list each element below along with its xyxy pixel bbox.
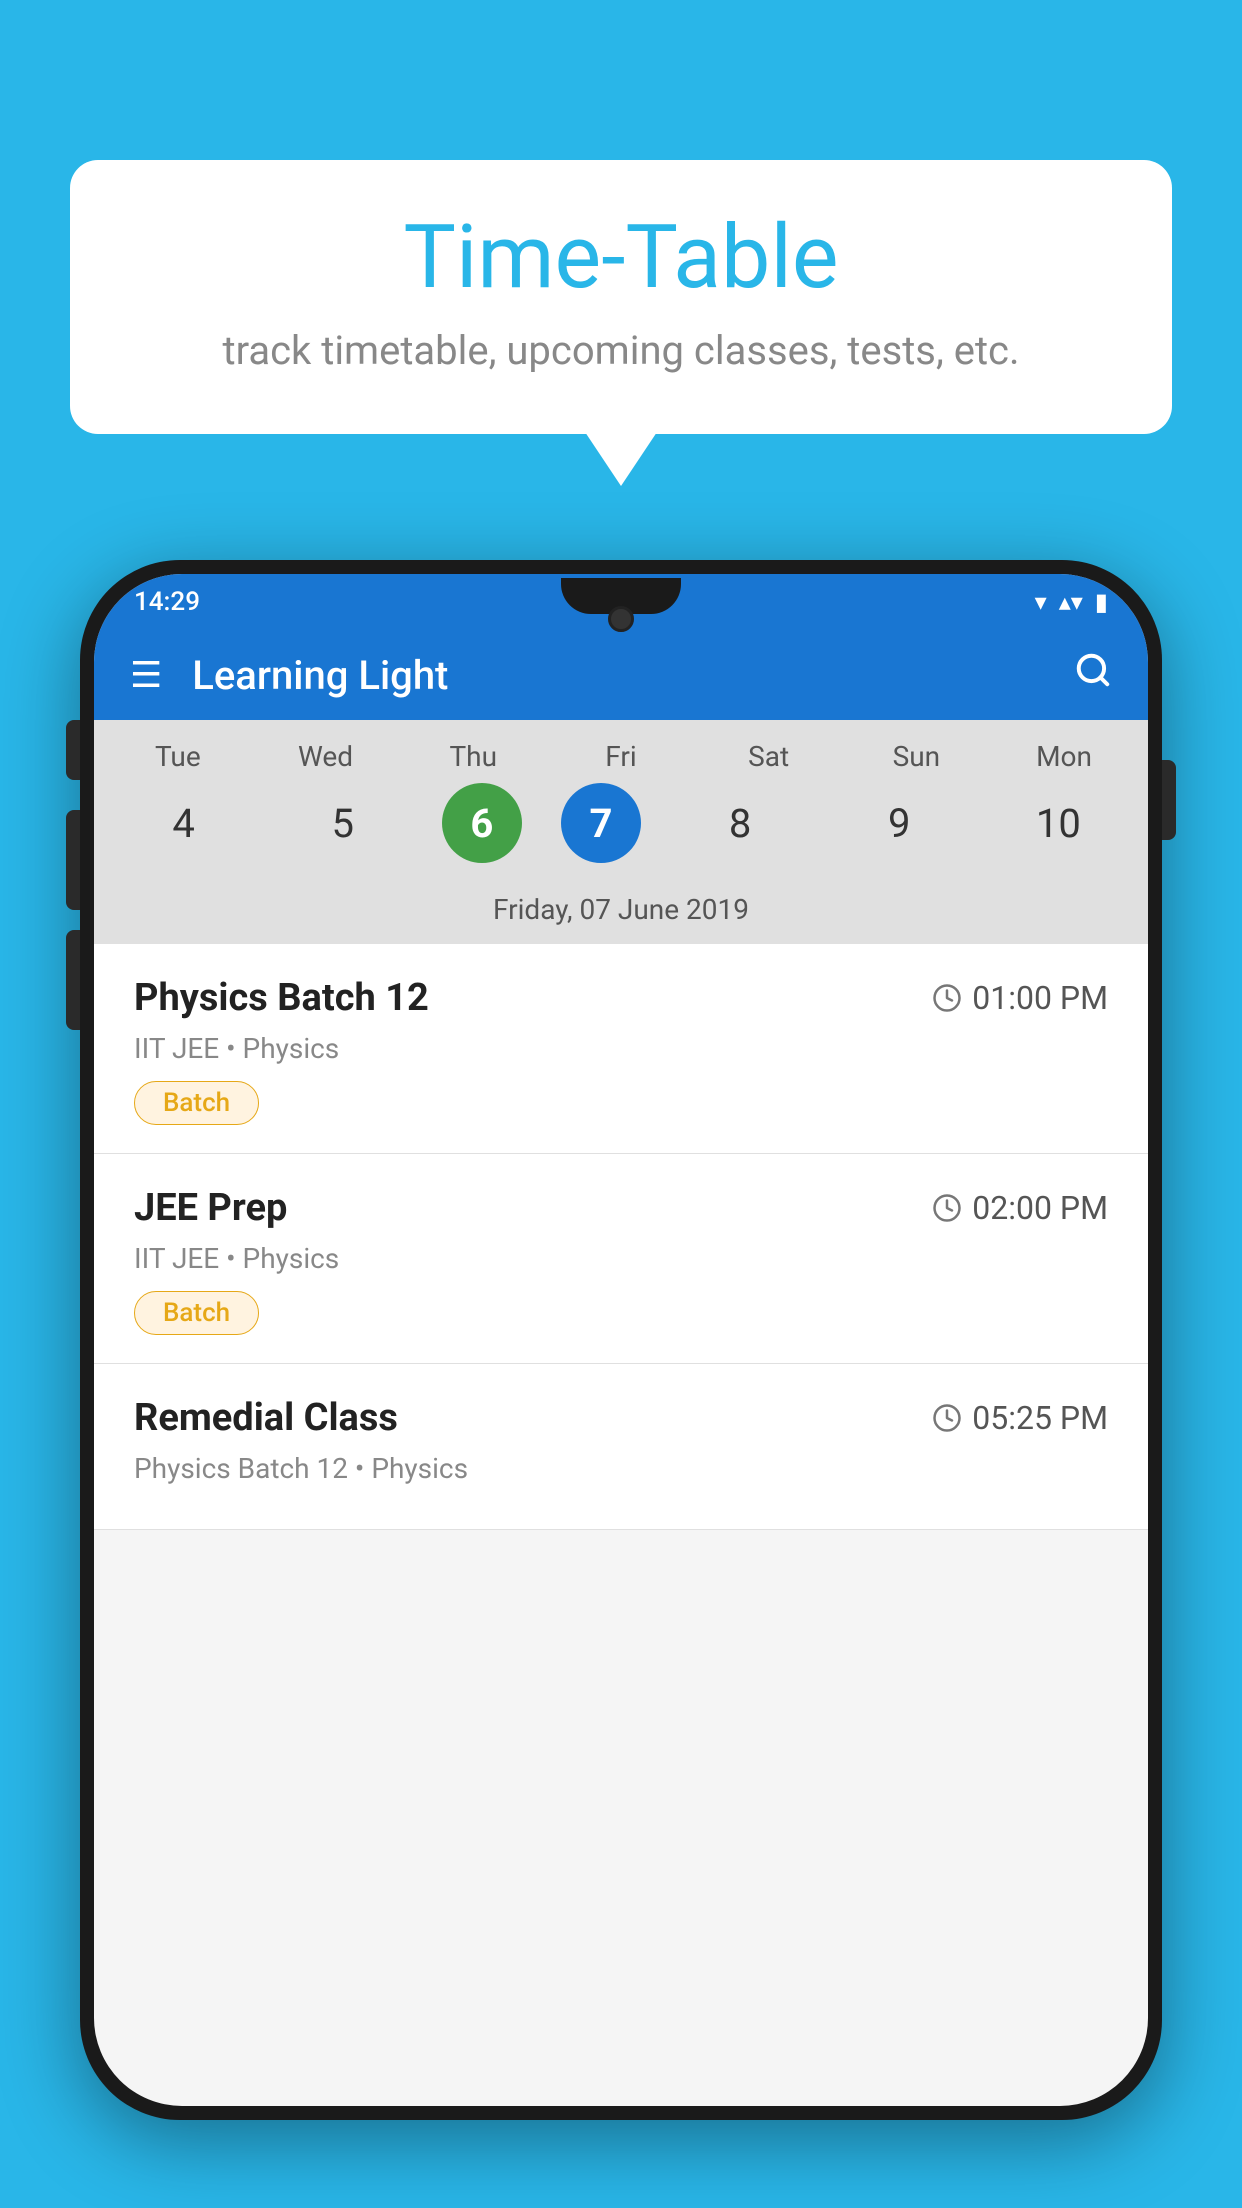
day-numbers: 4 5 6 7 8 9 10 <box>94 773 1148 883</box>
signal-icon: ▴▾ <box>1059 588 1083 616</box>
day-header-wed: Wed <box>266 740 386 773</box>
app-bar: ☰ Learning Light <box>94 630 1148 720</box>
day-8[interactable]: 8 <box>680 783 800 863</box>
schedule-item-2[interactable]: JEE Prep 02:00 PM IIT JEE • Physics Batc… <box>94 1154 1148 1364</box>
calendar-strip: Tue Wed Thu Fri Sat Sun Mon 4 5 6 7 8 9 … <box>94 720 1148 944</box>
phone-mockup: 14:29 ▾ ▴▾ ▮ ☰ Learning Light <box>80 560 1162 2208</box>
day-header-sat: Sat <box>709 740 829 773</box>
phone-notch <box>561 578 681 614</box>
clock-icon-1 <box>932 983 962 1013</box>
schedule-item-2-header: JEE Prep 02:00 PM <box>134 1186 1108 1230</box>
app-title: Learning Light <box>192 652 1074 699</box>
clock-icon-3 <box>932 1403 962 1433</box>
menu-icon[interactable]: ☰ <box>130 654 162 696</box>
day-10[interactable]: 10 <box>998 783 1118 863</box>
day-6-today[interactable]: 6 <box>442 783 522 863</box>
schedule-item-2-badge: Batch <box>134 1291 259 1335</box>
schedule-item-1-time: 01:00 PM <box>932 979 1108 1017</box>
selected-date-label: Friday, 07 June 2019 <box>94 883 1148 944</box>
schedule-item-3-time: 05:25 PM <box>932 1399 1108 1437</box>
schedule-item-3-meta: Physics Batch 12 • Physics <box>134 1452 1108 1485</box>
clock-icon-2 <box>932 1193 962 1223</box>
schedule-item-2-name: JEE Prep <box>134 1186 287 1230</box>
phone-outer: 14:29 ▾ ▴▾ ▮ ☰ Learning Light <box>80 560 1162 2120</box>
bubble-title: Time-Table <box>130 210 1112 307</box>
day-4[interactable]: 4 <box>124 783 244 863</box>
day-header-tue: Tue <box>118 740 238 773</box>
phone-camera <box>608 606 634 632</box>
day-header-fri: Fri <box>561 740 681 773</box>
day-header-thu: Thu <box>413 740 533 773</box>
schedule-item-2-time: 02:00 PM <box>932 1189 1108 1227</box>
status-time: 14:29 <box>134 587 200 617</box>
schedule-item-1[interactable]: Physics Batch 12 01:00 PM IIT JEE • Phys… <box>94 944 1148 1154</box>
schedule-item-1-name: Physics Batch 12 <box>134 976 429 1020</box>
schedule-item-3-header: Remedial Class 05:25 PM <box>134 1396 1108 1440</box>
battery-icon: ▮ <box>1095 588 1108 616</box>
phone-button-vol-up <box>66 810 80 910</box>
schedule-item-1-header: Physics Batch 12 01:00 PM <box>134 976 1108 1020</box>
day-9[interactable]: 9 <box>839 783 959 863</box>
schedule-list: Physics Batch 12 01:00 PM IIT JEE • Phys… <box>94 944 1148 1530</box>
day-7-selected[interactable]: 7 <box>561 783 641 863</box>
phone-button-mute <box>66 720 80 780</box>
day-header-mon: Mon <box>1004 740 1124 773</box>
search-icon[interactable] <box>1074 651 1112 699</box>
schedule-item-3[interactable]: Remedial Class 05:25 PM Physics Batch 12… <box>94 1364 1148 1530</box>
status-icons: ▾ ▴▾ ▮ <box>1035 588 1108 616</box>
day-5[interactable]: 5 <box>283 783 403 863</box>
schedule-item-1-badge: Batch <box>134 1081 259 1125</box>
bubble-subtitle: track timetable, upcoming classes, tests… <box>130 327 1112 374</box>
phone-screen: 14:29 ▾ ▴▾ ▮ ☰ Learning Light <box>94 574 1148 2106</box>
day-header-sun: Sun <box>856 740 976 773</box>
schedule-item-3-name: Remedial Class <box>134 1396 398 1440</box>
speech-bubble-card: Time-Table track timetable, upcoming cla… <box>70 160 1172 434</box>
day-headers: Tue Wed Thu Fri Sat Sun Mon <box>94 740 1148 773</box>
phone-button-power <box>1162 760 1176 840</box>
wifi-icon: ▾ <box>1035 588 1047 616</box>
schedule-item-1-meta: IIT JEE • Physics <box>134 1032 1108 1065</box>
phone-button-vol-down <box>66 930 80 1030</box>
schedule-item-2-meta: IIT JEE • Physics <box>134 1242 1108 1275</box>
